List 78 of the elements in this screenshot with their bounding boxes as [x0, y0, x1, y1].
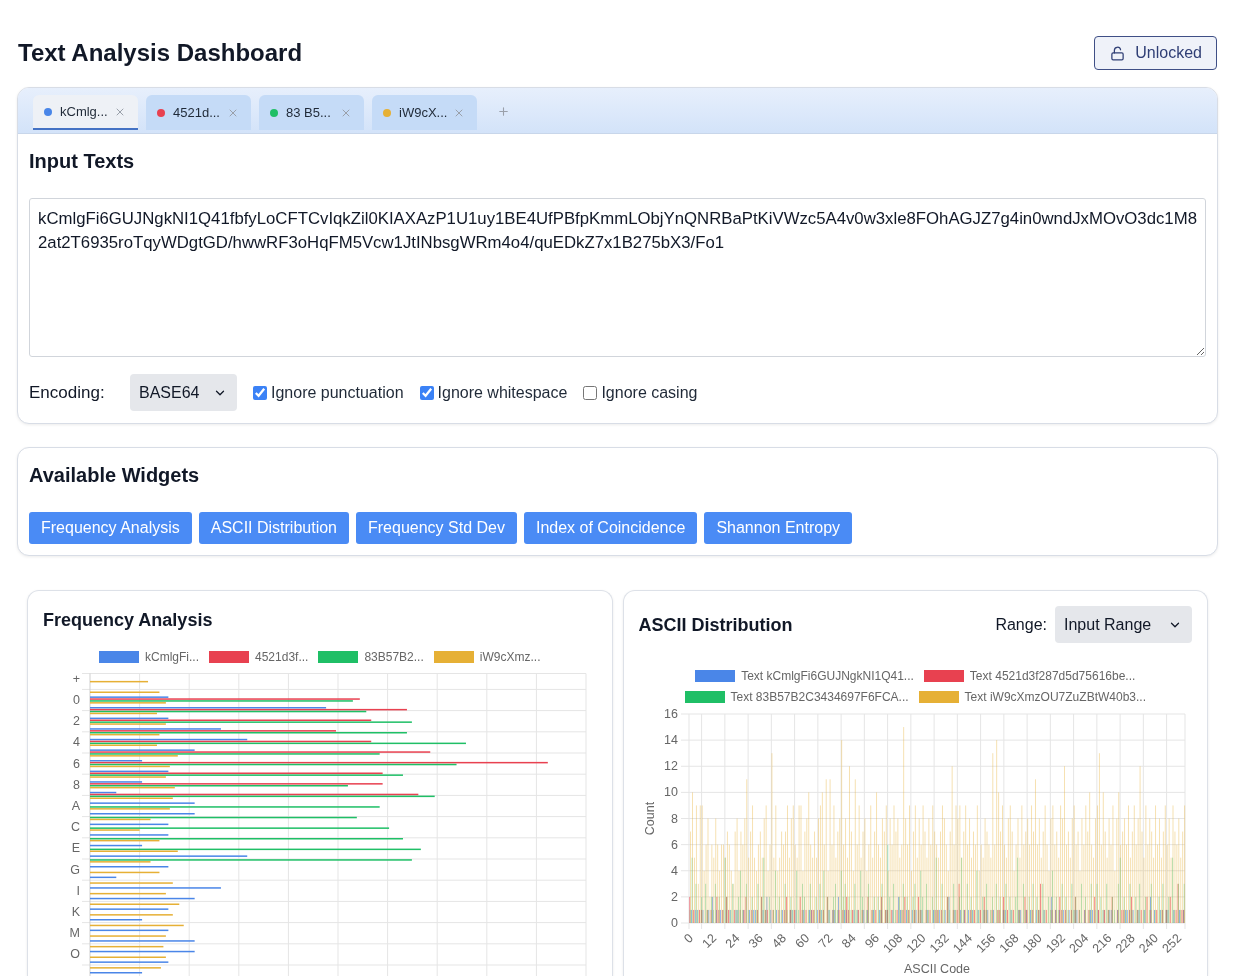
tick-label: 4	[670, 863, 678, 878]
axis-label: 4	[73, 735, 80, 750]
range-select[interactable]: Input Range	[1055, 606, 1192, 643]
widget-title: Frequency Analysis	[43, 609, 214, 631]
tick-label: 228	[1112, 931, 1138, 956]
tick-label: 168	[996, 931, 1021, 956]
text-tab[interactable]: 83 B5...	[259, 95, 364, 130]
tick-label: 6	[670, 837, 678, 852]
axis-label: I	[76, 883, 80, 898]
tick-label: 16	[663, 707, 678, 721]
tick-label: 132	[926, 931, 952, 956]
axis-label: E	[71, 841, 80, 856]
tick-label: 204	[1066, 931, 1091, 956]
legend-label: Text 4521d3f287d5d75616be...	[969, 669, 1136, 683]
tick-label: 96	[861, 931, 882, 951]
tick-label: 24	[722, 931, 742, 951]
legend-label: kCmlgFi...	[145, 650, 199, 664]
tick-label: 0	[670, 916, 678, 930]
axis-label: C	[70, 820, 80, 835]
legend-label: Text kCmlgFi6GUJNgkNI1Q41...	[741, 669, 914, 683]
lock-open-icon	[1110, 45, 1126, 61]
tick-label: 0	[680, 931, 696, 946]
axis-label: M	[69, 926, 80, 941]
tick-label: 12	[698, 931, 719, 951]
tick-label: 12	[663, 759, 678, 774]
widget-title: ASCII Distribution	[638, 613, 793, 636]
tick-label: 108	[880, 931, 905, 956]
axis-label: 8	[73, 777, 80, 792]
checkbox-label[interactable]: Ignore punctuation	[271, 380, 404, 405]
tick-label: 240	[1135, 931, 1161, 956]
tick-label: 216	[1089, 931, 1114, 956]
tick-label: 84	[838, 931, 859, 951]
text-tab[interactable]: 4521d...	[146, 95, 251, 130]
tick-label: 48	[768, 931, 789, 951]
axis-label: 0	[73, 693, 80, 707]
axis-title: ASCII Code	[903, 962, 970, 976]
tick-label: 8	[670, 811, 678, 826]
tick-label: 2	[670, 889, 678, 904]
tick-label: 252	[1159, 931, 1184, 956]
checkbox[interactable]	[419, 385, 434, 400]
legend-label: Text iW9cXmzOU7ZuZBtW40b3...	[964, 690, 1146, 704]
range-label: Range:	[995, 614, 1047, 635]
tick-label: 14	[663, 733, 678, 748]
lock-button[interactable]: Unlocked	[1094, 36, 1217, 70]
legend-label: 83B57B2...	[364, 650, 424, 664]
plus-icon[interactable]	[497, 105, 510, 118]
legend-label: iW9cXmz...	[479, 650, 541, 664]
tick-label: 180	[1019, 931, 1045, 956]
axis-label: A	[71, 799, 80, 813]
legend-label: 4521d3f...	[255, 650, 309, 664]
section-title: Available Widgets	[29, 463, 201, 488]
tick-label: 60	[791, 931, 812, 951]
tick-label: 36	[745, 931, 766, 951]
text-input-field[interactable]: kCmlgFi6GUJNgkNI1Q41fbfyLoCFTCvIqkZil0KIAXAzP1U1uy1BE4UfPBfpKmmLObjYnQNRBaPtKiVWzc5A4v0w3xle8FOhAGJZ7g4in0wndJxMOvO3dc1M82at2T6935roTqyWDgtGD/hwwRF3oHqFM5Vcw1JtINbsgWRm4o4/quEDkZ7x1B275bX3/Fo1	[29, 198, 1206, 357]
legend-label: Text 83B57B2C3434697F6FCA...	[730, 690, 909, 704]
tick-label: 72	[815, 931, 835, 951]
axis-label: 6	[73, 756, 80, 771]
axis-title: Count	[642, 801, 657, 836]
checkbox[interactable]	[583, 385, 598, 400]
axis-label: 2	[73, 714, 80, 729]
tick-label: 120	[903, 931, 928, 956]
page-title: Text Analysis Dashboard	[18, 38, 303, 68]
tick-label: 156	[973, 931, 998, 956]
encoding-label: Encoding:	[29, 381, 106, 404]
checkbox-label[interactable]: Ignore casing	[601, 380, 698, 405]
encoding-select[interactable]: BASE64	[130, 374, 237, 411]
tick-label: 192	[1042, 931, 1068, 956]
tick-label: 144	[949, 931, 975, 956]
text-tab[interactable]: iW9cX...	[372, 95, 477, 130]
checkbox-label[interactable]: Ignore whitespace	[437, 380, 568, 405]
axis-label: G	[70, 862, 80, 877]
axis-label: O	[70, 947, 80, 962]
axis-label: +	[72, 671, 80, 686]
text-tab[interactable]: kCmlg...	[33, 95, 138, 130]
section-title: Input Texts	[29, 149, 136, 174]
checkbox[interactable]	[253, 385, 267, 400]
tick-label: 10	[663, 785, 678, 800]
axis-label: K	[71, 905, 80, 919]
